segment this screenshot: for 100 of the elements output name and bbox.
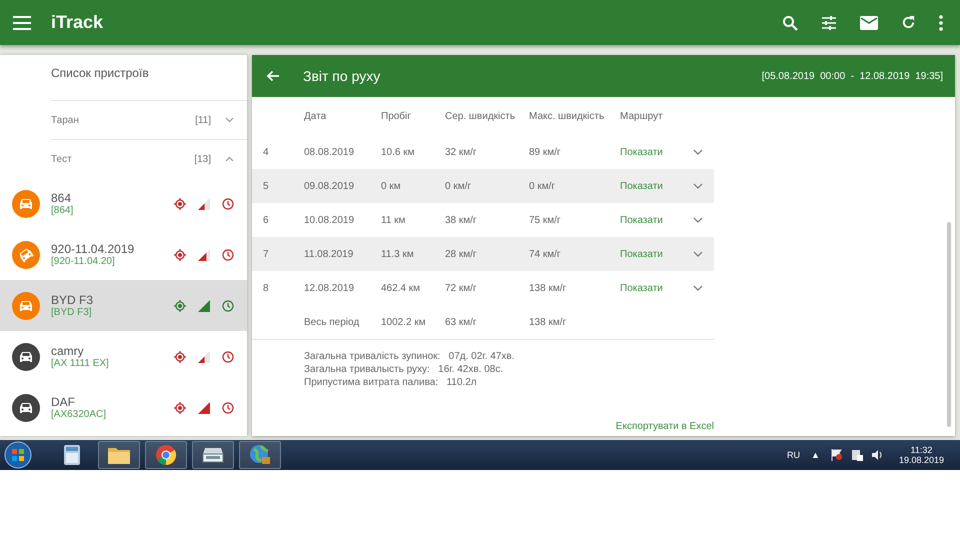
summary-line: Припустима витрата палива: 110.2л [304, 377, 478, 388]
sliders-icon[interactable] [821, 14, 837, 30]
signal-icon [198, 198, 210, 210]
refresh-icon[interactable] [901, 15, 916, 30]
taskbar-app[interactable] [145, 441, 187, 469]
table-cell-text: 11 км [381, 214, 406, 226]
tray-expand-arrow[interactable]: ▲ [811, 450, 820, 460]
speaker-icon[interactable] [870, 449, 883, 461]
mail-icon[interactable] [860, 16, 878, 30]
menu-icon[interactable] [13, 16, 31, 30]
folder-icon [108, 446, 130, 464]
start-button[interactable] [4, 441, 32, 469]
clock-date: 19.08.2019 [898, 455, 944, 465]
show-route-link[interactable]: Показати [620, 248, 693, 260]
show-route-link[interactable]: Показати [620, 180, 693, 192]
summary-line: Загальна тривалысть руху: 16г. 42хв. 08с. [304, 364, 504, 375]
chevron-icon[interactable] [693, 251, 703, 257]
clock-icon[interactable] [222, 300, 234, 312]
device-name: camry [51, 344, 85, 358]
device-row[interactable]: 920-11.04.2019 [920-11.04.20] [0, 229, 247, 280]
chevron-icon[interactable] [693, 183, 703, 189]
table-cell-text: 0 км/г [529, 180, 556, 192]
device-plate: [920-11.04.20] [51, 256, 116, 267]
flag-icon[interactable] [830, 449, 843, 461]
clock-time: 11:32 [910, 445, 932, 455]
chrome-icon [156, 445, 176, 465]
group-row[interactable]: Тест [13] [51, 139, 247, 178]
panel-title: Список пристроїв [50, 65, 150, 82]
table-cell-text: 138 км/г [529, 282, 568, 294]
device-plate: [AX 1111 EX] [51, 358, 110, 369]
summary-line: Загальна тривалість зупинок: 07д. 02г. 47хв. [304, 351, 516, 362]
calculator-icon [64, 445, 80, 465]
column-header: Сер. швидкість [445, 110, 516, 122]
more-icon[interactable] [939, 14, 943, 30]
device-plate: [864] [51, 205, 74, 216]
target-icon[interactable] [174, 198, 186, 210]
scrollbar[interactable] [947, 222, 951, 427]
language-indicator[interactable]: RU [787, 450, 800, 460]
search-icon[interactable] [782, 14, 798, 30]
table-cell-text: 10.6 км [381, 146, 416, 158]
device-name: 864 [51, 191, 72, 205]
column-header: Маршрут [620, 110, 664, 122]
table-cell-text: 74 км/г [529, 248, 562, 260]
group-name: Тест [51, 154, 73, 164]
table-cell-text: 1002.2 км [381, 316, 427, 328]
group-row[interactable]: Таран [11] [51, 100, 247, 139]
taskbar-app[interactable] [192, 441, 234, 469]
show-route-link[interactable]: Показати [620, 214, 693, 226]
signal-icon [198, 248, 210, 260]
column-header: Пробіг [381, 110, 412, 122]
group-count: [13] [194, 154, 211, 164]
table-cell-text: 11.08.2019 [304, 248, 354, 260]
chevron-icon[interactable] [693, 149, 703, 155]
table-cell-text: 32 км/г [445, 146, 478, 158]
chevron-icon[interactable] [225, 117, 234, 123]
target-icon[interactable] [174, 350, 186, 362]
show-route-link[interactable]: Показати [620, 146, 693, 158]
group-count: [11] [195, 114, 211, 126]
target-icon[interactable] [174, 300, 186, 312]
device-icon[interactable] [850, 449, 863, 461]
clock-icon[interactable] [222, 248, 234, 260]
clock-icon[interactable] [222, 402, 234, 414]
device-row[interactable]: camry [AX 1111 EX] [0, 331, 247, 382]
chevron-icon[interactable] [225, 156, 234, 162]
row-number: 6 [262, 214, 270, 226]
table-cell-text: Весь період [304, 316, 360, 328]
export-link[interactable]: Експортувати в Excel [616, 421, 714, 432]
table-cell-text: 63 км/г [445, 316, 478, 328]
clock-icon[interactable] [222, 198, 234, 210]
table-cell-text: 10.08.2019 [304, 214, 356, 226]
device-name: DAF [51, 395, 76, 409]
table-cell-text: 28 км/г [445, 248, 478, 260]
app-title: iTrack [51, 12, 104, 33]
report-period: [05.08.2019 00:00 - 12.08.2019 19:35] [762, 70, 943, 82]
clock-icon[interactable] [222, 350, 234, 362]
show-route-link[interactable]: Показати [620, 282, 693, 294]
back-arrow-icon[interactable] [266, 70, 280, 82]
group-name: Таран [51, 114, 80, 126]
chevron-icon[interactable] [693, 217, 703, 223]
report-title: Звіт по руху [303, 68, 380, 84]
scanner-icon [202, 446, 224, 464]
table-cell-text: 09.08.2019 [304, 180, 356, 192]
device-name: 920-11.04.2019 [51, 242, 136, 256]
table-cell-text: 38 км/г [445, 214, 478, 226]
table-cell-text: 11.3 км [381, 248, 415, 260]
device-row[interactable]: BYD F3 [BYD F3] [0, 280, 247, 331]
column-header: Дата [304, 110, 328, 122]
row-number: 4 [262, 146, 270, 158]
taskbar-app[interactable] [98, 441, 140, 469]
table-cell-text: 89 км/г [529, 146, 562, 158]
table-cell-text: 08.08.2019 [304, 146, 356, 158]
chevron-icon[interactable] [693, 285, 703, 291]
table-cell-text: 462.4 км [381, 282, 422, 294]
row-number: 8 [262, 282, 270, 294]
target-icon[interactable] [174, 248, 186, 260]
signal-icon [198, 350, 210, 362]
table-cell-text: 75 км/г [529, 214, 562, 226]
device-row[interactable]: DAF [AX6320AC] [0, 382, 247, 433]
target-icon[interactable] [174, 402, 186, 414]
device-row[interactable]: 864 [864] [0, 178, 247, 229]
